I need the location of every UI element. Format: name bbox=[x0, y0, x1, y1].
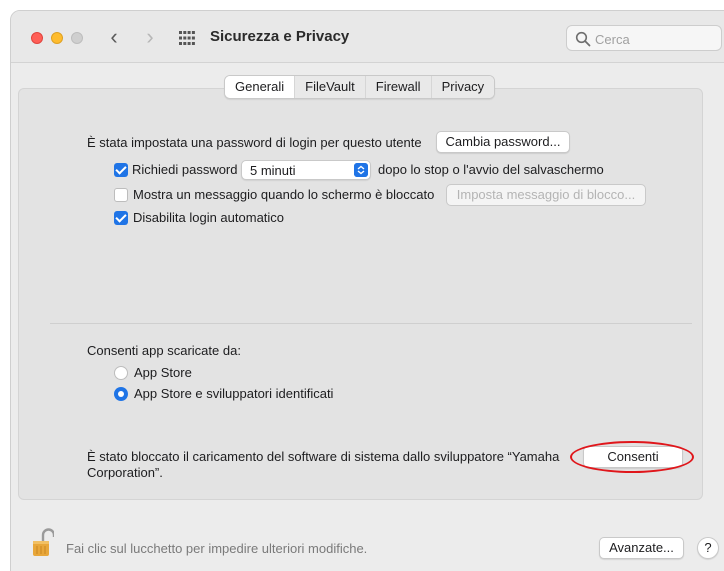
search-field[interactable] bbox=[566, 25, 722, 51]
padlock-icon[interactable] bbox=[32, 528, 54, 558]
password-delay-select[interactable]: 5 minuti bbox=[241, 160, 371, 180]
app-store-identified-label: App Store e sviluppatori identificati bbox=[134, 386, 334, 401]
blocked-software-text: È stato bloccato il caricamento del soft… bbox=[87, 449, 560, 464]
require-password-checkbox[interactable] bbox=[114, 163, 128, 177]
search-input[interactable] bbox=[595, 30, 715, 48]
blocked-software-text-cont: Corporation”. bbox=[87, 465, 163, 480]
close-window-button[interactable] bbox=[31, 32, 43, 44]
show-message-checkbox[interactable] bbox=[114, 188, 128, 202]
lock-hint-text: Fai clic sul lucchetto per impedire ulte… bbox=[66, 541, 368, 556]
tab-privacy[interactable]: Privacy bbox=[431, 76, 495, 98]
tab-filevault[interactable]: FileVault bbox=[295, 76, 366, 98]
title-bar: ‹ › Sicurezza e Privacy bbox=[11, 11, 724, 63]
change-password-button[interactable]: Cambia password... bbox=[436, 131, 570, 153]
set-lock-message-button[interactable]: Imposta messaggio di blocco... bbox=[446, 184, 646, 206]
disable-auto-login-label: Disabilita login automatico bbox=[133, 210, 285, 225]
app-store-radio[interactable] bbox=[114, 366, 128, 380]
help-button[interactable]: ? bbox=[697, 537, 719, 559]
search-icon bbox=[575, 31, 591, 47]
disable-auto-login-checkbox[interactable] bbox=[114, 211, 128, 225]
window-title: Sicurezza e Privacy bbox=[210, 28, 350, 45]
forward-button[interactable]: › bbox=[139, 25, 161, 51]
chevron-updown-icon bbox=[354, 163, 368, 177]
password-set-text: È stata impostata una password di login … bbox=[87, 135, 422, 150]
tab-firewall[interactable]: Firewall bbox=[365, 76, 432, 98]
require-password-suffix: dopo lo stop o l'avvio del salvaschermo bbox=[378, 162, 604, 177]
password-delay-value: 5 minuti bbox=[250, 163, 296, 178]
minimize-window-button[interactable] bbox=[51, 32, 63, 44]
maximize-window-button[interactable] bbox=[71, 32, 83, 44]
show-message-label: Mostra un messaggio quando lo schermo è … bbox=[133, 187, 435, 202]
back-button[interactable]: ‹ bbox=[103, 25, 125, 51]
app-store-label: App Store bbox=[134, 365, 192, 380]
show-all-grid-icon[interactable] bbox=[179, 31, 195, 45]
allow-apps-heading: Consenti app scaricate da: bbox=[87, 343, 241, 358]
highlight-circle bbox=[570, 441, 694, 473]
tab-generali[interactable]: Generali bbox=[225, 76, 296, 98]
advanced-button[interactable]: Avanzate... bbox=[599, 537, 684, 559]
require-password-label: Richiedi password bbox=[132, 162, 238, 177]
section-divider bbox=[50, 323, 692, 324]
app-store-identified-radio[interactable] bbox=[114, 387, 128, 401]
tab-bar: Generali FileVault Firewall Privacy bbox=[224, 75, 496, 99]
